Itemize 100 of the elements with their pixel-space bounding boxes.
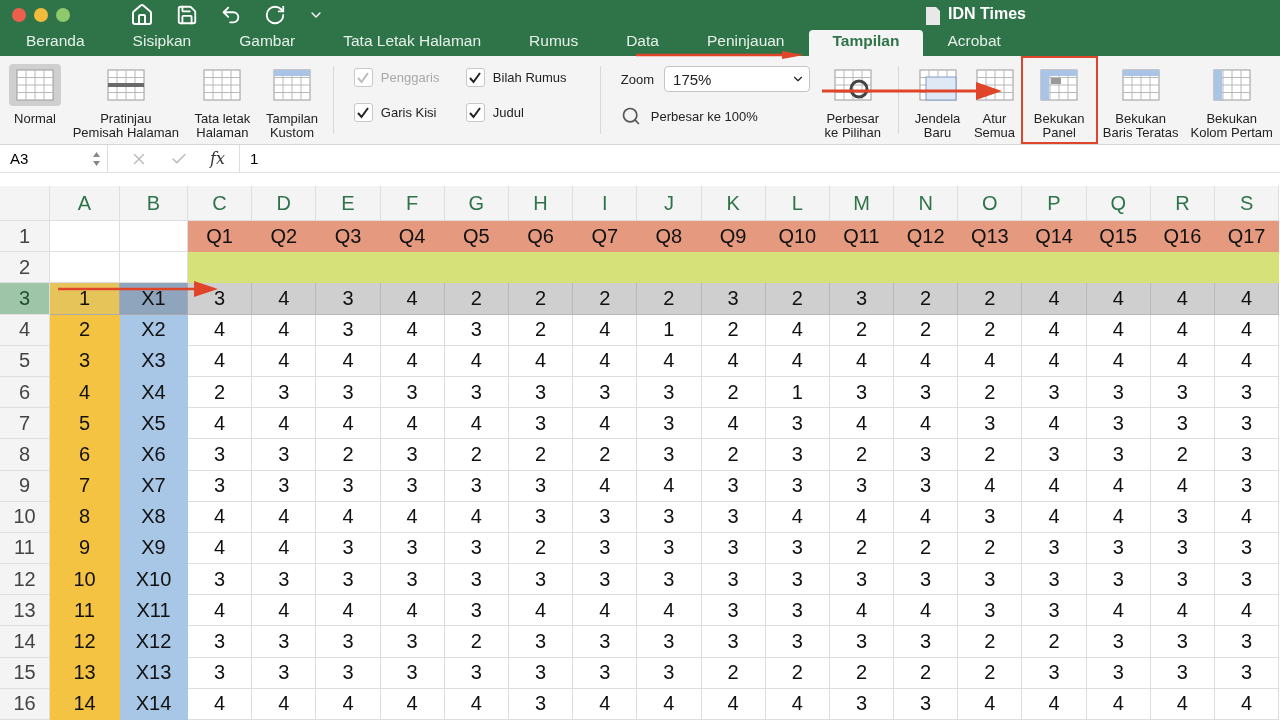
view-button[interactable]: Tata letak Halaman	[185, 56, 260, 144]
table-cell: X8	[120, 501, 188, 533]
table-cell: Q3	[316, 221, 381, 253]
table-cell: 2	[1150, 439, 1215, 471]
row-header[interactable]: 11	[0, 532, 50, 565]
window-button[interactable]: Bekukan Baris Teratas	[1097, 56, 1184, 144]
table-cell: 4	[188, 688, 253, 720]
row-header[interactable]: 13	[0, 595, 50, 627]
ribbon-tab[interactable]: Beranda	[2, 30, 109, 50]
table-cell: 3	[765, 408, 830, 440]
row-header[interactable]: 16	[0, 688, 50, 720]
show-checkbox[interactable]: Judul	[465, 103, 586, 122]
view-button[interactable]: Normal	[4, 56, 66, 144]
function-button[interactable]: fx	[210, 149, 225, 168]
zoom-select[interactable]: 175%	[664, 66, 811, 92]
row-header[interactable]: 15	[0, 657, 50, 689]
row-header[interactable]: 12	[0, 564, 50, 596]
table-cell: 4	[829, 501, 895, 533]
column-header[interactable]: K	[701, 186, 766, 221]
zoom-100-button[interactable]: Perbesar ke 100%	[620, 106, 811, 126]
column-header[interactable]: C	[188, 186, 253, 221]
column-header[interactable]: M	[829, 186, 895, 221]
ribbon-tab[interactable]: Data	[602, 30, 683, 50]
ribbon-tab[interactable]: Tampilan	[808, 30, 924, 56]
name-box[interactable]: A3	[0, 145, 108, 172]
column-header[interactable]: D	[252, 186, 317, 221]
zoom-selection-button[interactable]: Perbesar ke Pilihan	[816, 56, 890, 144]
minimize-button[interactable]	[34, 8, 48, 22]
window-button[interactable]: Bekukan Kolom Pertam	[1183, 56, 1280, 144]
view-button[interactable]: Tampilan Kustom	[259, 56, 325, 144]
ribbon-tab[interactable]: Sisipkan	[108, 30, 216, 50]
show-checkbox[interactable]: Bilah Rumus	[465, 68, 586, 87]
row-header[interactable]: 9	[0, 470, 50, 502]
window-button[interactable]: Jendela Baru	[906, 56, 969, 144]
row-header[interactable]: 8	[0, 439, 50, 471]
column-header[interactable]: F	[380, 186, 445, 221]
table-cell: 3	[637, 626, 702, 658]
undo-icon[interactable]	[220, 4, 242, 26]
table-cell: 3	[894, 626, 959, 658]
table-cell: 4	[1215, 345, 1280, 377]
column-header[interactable]: R	[1150, 186, 1215, 221]
table-cell: 4	[1022, 345, 1087, 377]
table-cell: 1	[50, 283, 120, 315]
table-cell: 3	[958, 501, 1023, 533]
column-header[interactable]: G	[444, 186, 509, 221]
column-header[interactable]: E	[316, 186, 381, 221]
table-cell: 4	[316, 501, 381, 533]
table-cell: 4	[444, 345, 509, 377]
table-cell: 3	[508, 626, 574, 658]
show-checkbox[interactable]: Garis Kisi	[353, 103, 466, 122]
table-cell: 2	[894, 283, 959, 315]
row-header[interactable]: 6	[0, 376, 50, 409]
column-header[interactable]: J	[637, 186, 702, 221]
row-header[interactable]: 5	[0, 345, 50, 377]
table-cell: 3	[252, 439, 317, 471]
table-cell: 4	[1022, 688, 1087, 720]
corner-cell[interactable]	[0, 186, 50, 221]
formula-value[interactable]: 1	[239, 150, 259, 167]
table-cell: 4	[188, 595, 253, 627]
row-header[interactable]: 2	[0, 252, 50, 284]
ribbon-tab[interactable]: Peninjauan	[682, 30, 809, 50]
row-header[interactable]: 1	[0, 221, 50, 253]
zoom-button[interactable]	[56, 8, 70, 22]
home-icon[interactable]	[130, 3, 154, 27]
ribbon-tab[interactable]: Acrobat	[923, 30, 1025, 50]
row-header[interactable]: 7	[0, 408, 50, 440]
table-cell: X5	[120, 408, 188, 440]
column-header[interactable]: A	[50, 186, 120, 221]
column-header[interactable]: I	[573, 186, 638, 221]
table-cell: 3	[829, 470, 895, 502]
ribbon-tab[interactable]: Rumus	[505, 30, 603, 50]
table-cell: 4	[508, 595, 574, 627]
column-header[interactable]: B	[120, 186, 188, 221]
row-header[interactable]: 4	[0, 314, 50, 346]
column-header[interactable]: H	[508, 186, 574, 221]
table-cell: 4	[1215, 595, 1280, 627]
column-header[interactable]: P	[1022, 186, 1087, 221]
ribbon-tab[interactable]: Tata Letak Halaman	[319, 30, 506, 50]
table-cell: 3	[380, 626, 445, 658]
redo-icon[interactable]	[264, 4, 286, 26]
stepper-icon[interactable]	[92, 150, 101, 167]
table-cell: 4	[958, 688, 1023, 720]
table-cell: 3	[1022, 564, 1087, 596]
ribbon-tab[interactable]: Gambar	[215, 30, 320, 50]
view-button[interactable]: Pratinjau Pemisah Halaman	[66, 56, 186, 144]
row-header[interactable]: 14	[0, 626, 50, 658]
row-header[interactable]: 3	[0, 283, 50, 315]
table-cell: 3	[701, 470, 766, 502]
save-icon[interactable]	[176, 4, 198, 26]
column-header[interactable]: Q	[1086, 186, 1151, 221]
column-header[interactable]: L	[765, 186, 830, 221]
table-cell: 3	[573, 501, 638, 533]
column-header[interactable]: N	[894, 186, 959, 221]
table-cell: 4	[637, 470, 702, 502]
column-header[interactable]: O	[958, 186, 1023, 221]
row-header[interactable]: 10	[0, 501, 50, 533]
table-cell: 3	[1150, 408, 1215, 440]
window-button[interactable]: Bekukan Panel	[1020, 56, 1098, 144]
table-cell: 2	[573, 439, 638, 471]
column-header[interactable]: S	[1215, 186, 1280, 221]
